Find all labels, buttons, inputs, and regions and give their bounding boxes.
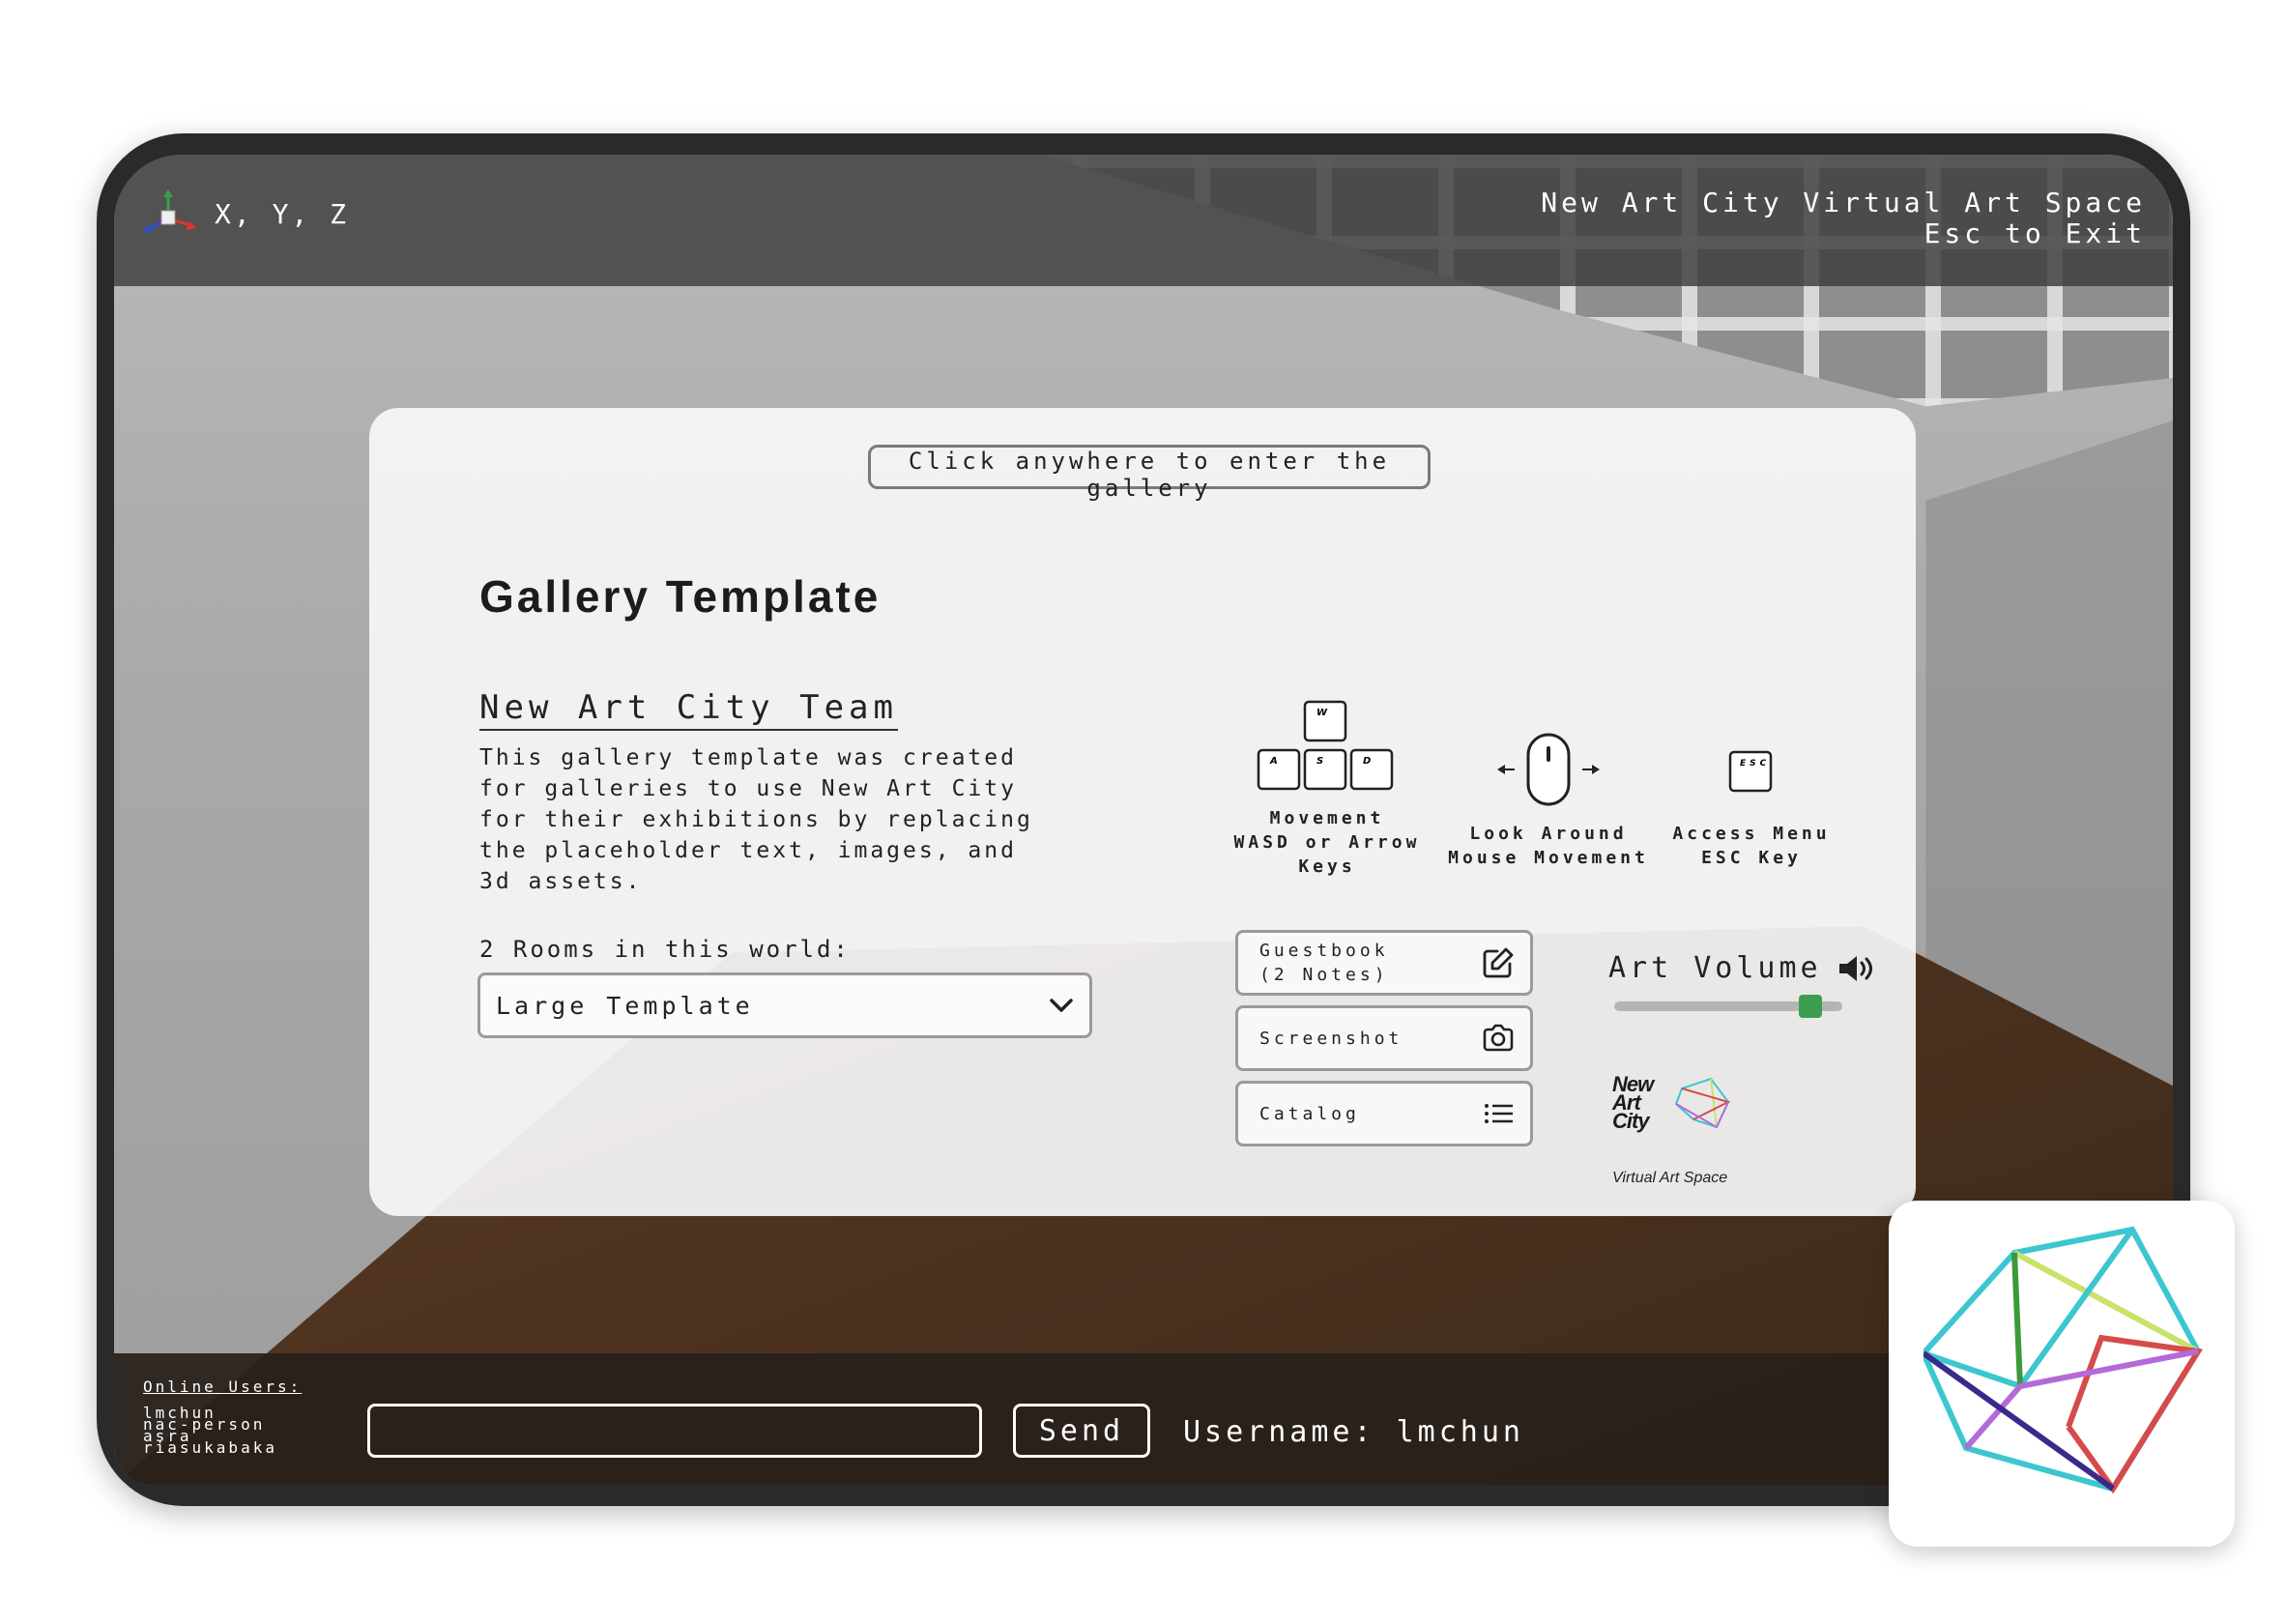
key-esc-label: ESC bbox=[1740, 759, 1770, 768]
chat-bar: Online Users: lmchun nac-person asra ria… bbox=[114, 1353, 2173, 1485]
send-button[interactable]: Send bbox=[1013, 1404, 1150, 1458]
list-icon bbox=[1485, 1104, 1513, 1123]
app-icon-tile bbox=[1889, 1201, 2235, 1547]
rooms-label: 2 Rooms in this world: bbox=[479, 936, 851, 963]
chat-message-input[interactable] bbox=[367, 1404, 982, 1458]
app-title-block: New Art City Virtual Art Space Esc to Ex… bbox=[1541, 188, 2146, 249]
look-keys: Mouse Movement bbox=[1448, 848, 1649, 868]
online-users-header: Online Users: bbox=[143, 1378, 303, 1396]
exit-hint: Esc to Exit bbox=[1923, 218, 2146, 249]
guestbook-label: Guestbook (2 Notes) bbox=[1259, 939, 1389, 987]
art-volume-text: Art Volume bbox=[1608, 951, 1822, 985]
movement-title: Movement bbox=[1269, 808, 1385, 828]
room-select-value: Large Template bbox=[496, 991, 754, 1020]
key-a-label: A bbox=[1269, 756, 1282, 767]
key-w-label: W bbox=[1316, 708, 1331, 718]
device-frame: X, Y, Z New Art City Virtual Art Space E… bbox=[97, 133, 2190, 1506]
mouse-icon bbox=[1497, 733, 1600, 806]
look-around-help: Look Around Mouse Movement bbox=[1442, 731, 1655, 870]
coordinates-indicator: X, Y, Z bbox=[143, 189, 349, 238]
logo-tagline: Virtual Art Space bbox=[1612, 1170, 1728, 1186]
guestbook-button[interactable]: Guestbook (2 Notes) bbox=[1235, 930, 1533, 996]
new-art-city-app-icon bbox=[1923, 1226, 2203, 1494]
screenshot-label: Screenshot bbox=[1259, 1028, 1403, 1049]
guestbook-label-line1: Guestbook bbox=[1259, 941, 1389, 961]
room-select-dropdown[interactable]: Large Template bbox=[477, 972, 1092, 1038]
speaker-icon[interactable] bbox=[1837, 954, 1876, 983]
catalog-label: Catalog bbox=[1259, 1103, 1360, 1124]
gallery-viewport[interactable]: X, Y, Z New Art City Virtual Art Space E… bbox=[114, 155, 2173, 1485]
username-label: Username: lmchun bbox=[1183, 1415, 1524, 1449]
esc-key-icon: ESC bbox=[1728, 750, 1773, 793]
chevron-down-icon bbox=[1050, 999, 1073, 1012]
logo-mark-icon bbox=[1674, 1077, 1731, 1129]
gallery-title: Gallery Template bbox=[479, 571, 882, 622]
top-bar: X, Y, Z New Art City Virtual Art Space E… bbox=[114, 155, 2173, 286]
new-art-city-logo: New Art City bbox=[1612, 1074, 1748, 1132]
edit-icon bbox=[1483, 947, 1514, 978]
screenshot-button[interactable]: Screenshot bbox=[1235, 1005, 1533, 1071]
key-s-label: S bbox=[1316, 756, 1327, 767]
xyz-axis-icon bbox=[143, 189, 197, 232]
gallery-author: New Art City Team bbox=[479, 688, 898, 731]
camera-icon bbox=[1483, 1024, 1514, 1052]
movement-help: W A S D Movement WASD or Arrow Keys bbox=[1206, 700, 1448, 879]
art-volume-slider[interactable] bbox=[1614, 995, 1842, 1018]
enter-gallery-button[interactable]: Click anywhere to enter the gallery bbox=[868, 445, 1431, 502]
coordinates-label: X, Y, Z bbox=[215, 197, 350, 230]
look-title: Look Around bbox=[1469, 824, 1628, 844]
app-title: New Art City Virtual Art Space bbox=[1541, 187, 2146, 218]
access-menu-help: ESC Access Menu ESC Key bbox=[1664, 735, 1838, 870]
movement-keys: WASD or Arrow Keys bbox=[1233, 832, 1421, 877]
online-user: riasukabaka bbox=[143, 1438, 277, 1457]
catalog-button[interactable]: Catalog bbox=[1235, 1081, 1533, 1146]
art-volume-slider-thumb[interactable] bbox=[1798, 995, 1822, 1018]
guestbook-notes-count: (2 Notes) bbox=[1259, 965, 1389, 985]
keyboard-keys-icon: W A S D bbox=[1257, 700, 1394, 791]
key-d-label: D bbox=[1363, 756, 1374, 767]
menu-keys: ESC Key bbox=[1701, 848, 1802, 868]
gallery-info-card[interactable]: Click anywhere to enter the gallery Gall… bbox=[369, 408, 1916, 1216]
online-users-list: Online Users: lmchun nac-person asra ria… bbox=[143, 1378, 303, 1457]
menu-title: Access Menu bbox=[1672, 824, 1831, 844]
gallery-description: This gallery template was created for ga… bbox=[479, 745, 1033, 894]
art-volume-label: Art Volume bbox=[1608, 951, 1876, 985]
